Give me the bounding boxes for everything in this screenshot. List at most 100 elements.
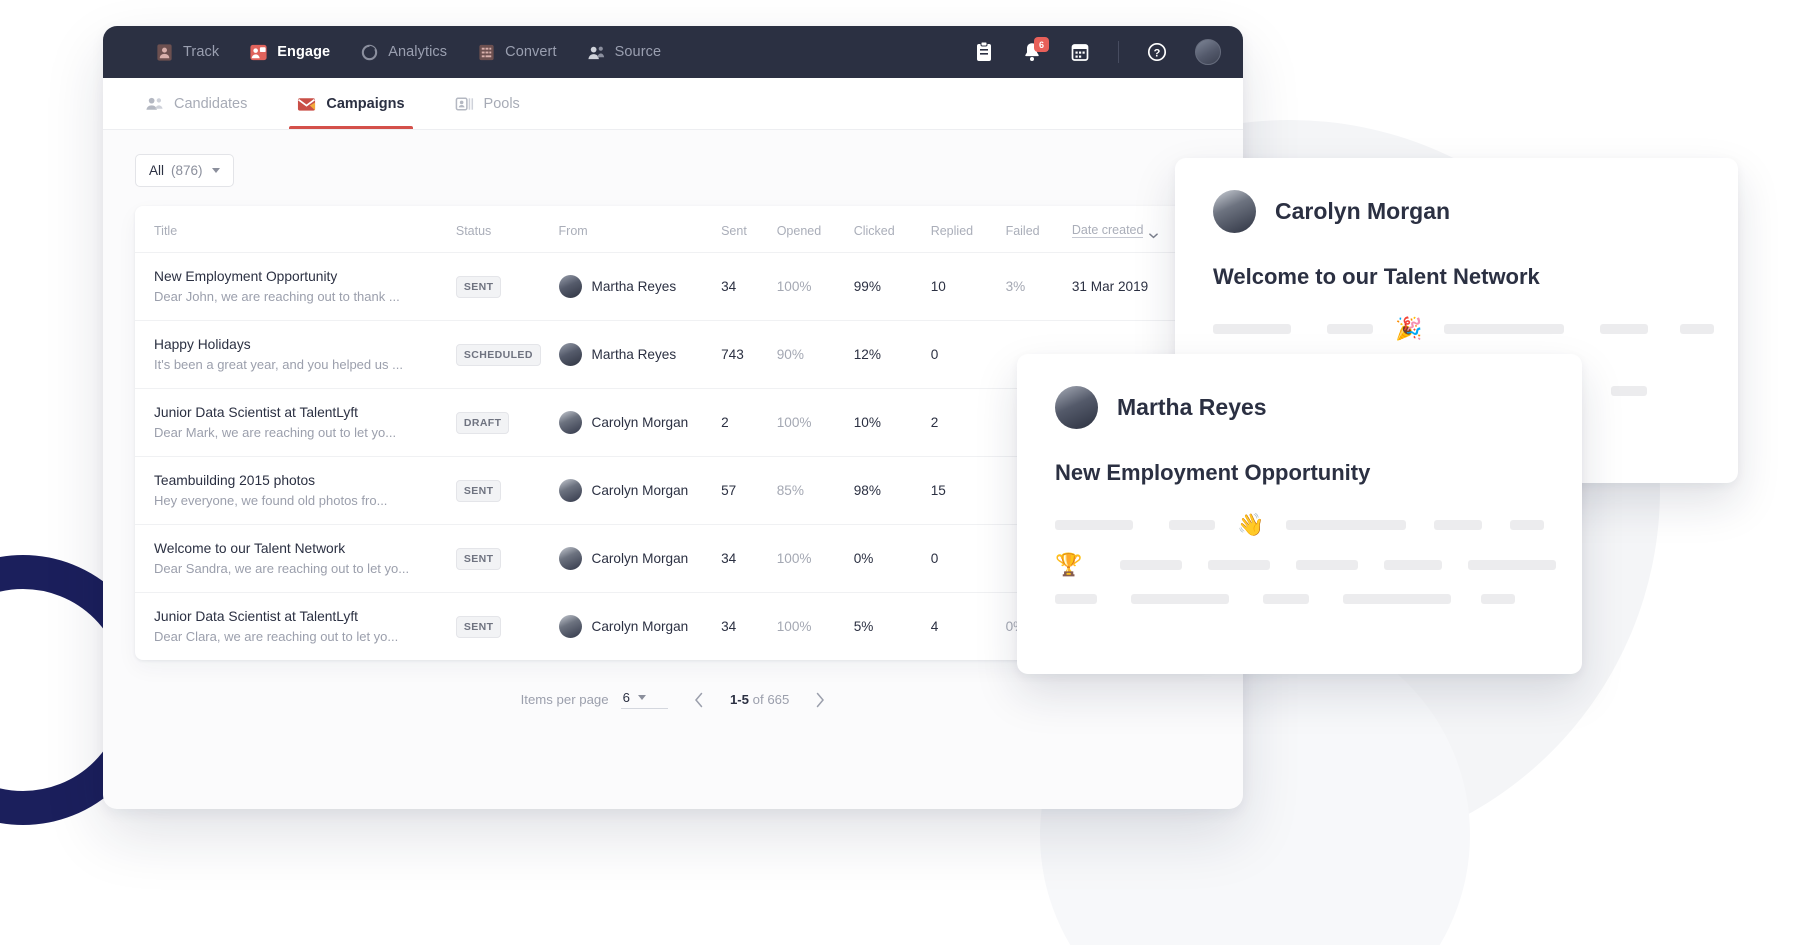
preview-subject: New Employment Opportunity [1055,460,1371,485]
filter-dropdown[interactable]: All (876) [135,154,234,187]
placeholder-bar [1481,594,1515,604]
nav-item-track[interactable]: Track [155,43,219,62]
column-header-replied[interactable]: Replied [930,206,1006,253]
calendar-icon[interactable] [1070,41,1090,63]
tab-pools[interactable]: Pools [447,78,528,129]
placeholder-bar [1384,560,1443,570]
placeholder-bar [1213,324,1291,334]
contact-card-icon [455,96,474,112]
row-title: New Employment Opportunity [154,269,338,284]
row-title: Welcome to our Talent Network [154,541,346,556]
filter-label: All [149,163,165,178]
notification-badge: 6 [1034,37,1049,52]
preview-card-martha-inner: Martha Reyes New Employment Opportunity … [1017,354,1582,674]
placeholder-bar [1055,520,1133,530]
column-header-clicked[interactable]: Clicked [853,206,931,253]
column-header-title[interactable]: Title [135,206,456,253]
cell-replied: 2 [930,415,939,430]
nav-label-track: Track [183,44,220,60]
avatar [1213,190,1256,233]
top-navigation-bar: Track Engage Analytics Convert Source 6 … [103,26,1243,78]
previous-page-button[interactable] [694,692,704,708]
column-header-opened[interactable]: Opened [776,206,854,253]
placeholder-bar [1600,324,1649,334]
avatar [558,615,582,638]
cell-title: Junior Data Scientist at TalentLyft Dear… [135,389,456,457]
cell-opened: 100% [776,619,812,634]
cell-sent: 57 [721,483,737,498]
user-avatar[interactable] [1195,39,1221,65]
clipboard-icon[interactable] [974,41,994,63]
nav-item-convert[interactable]: Convert [477,43,557,62]
cell-replied: 0 [930,347,939,362]
preview-card-header: Carolyn Morgan [1175,158,1738,233]
tab-label-campaigns: Campaigns [326,95,405,112]
track-icon [155,43,174,62]
filter-count: (876) [171,163,203,178]
from-name: Carolyn Morgan [591,551,689,566]
items-per-page: Items per page 6 [521,690,668,709]
cell-sent: 34 [721,619,737,634]
avatar [558,343,582,366]
cell-status: DRAFT [455,389,559,457]
placeholder-bar [1263,594,1309,604]
cell-status: SENT [455,593,559,661]
trophy-emoji: 🏆 [1055,552,1083,577]
convert-icon [477,43,496,62]
cell-opened: 100% [776,551,812,566]
nav-item-source[interactable]: Source [587,43,662,62]
avatar [558,479,582,502]
column-header-from[interactable]: From [558,206,722,253]
page-range-current: 1-5 [729,692,749,707]
tab-label-pools: Pools [483,95,520,112]
cell-clicked: 0% [853,551,874,566]
cell-from: Carolyn Morgan [558,525,722,593]
tab-campaigns[interactable]: Campaigns [289,78,413,129]
nav-label-engage: Engage [277,44,331,60]
preview-card-martha[interactable]: Martha Reyes New Employment Opportunity … [1017,354,1582,674]
waving-hand-emoji: 👋 [1237,512,1265,537]
chevron-down-icon [1149,228,1159,238]
help-icon[interactable]: ? [1147,41,1167,63]
table-header: Title Status From Sent Opened Clicked Re… [135,206,1211,253]
nav-item-engage[interactable]: Engage [249,43,330,62]
party-popper-emoji: 🎉 [1395,316,1423,341]
bell-icon[interactable]: 6 [1022,37,1049,63]
avatar [1055,386,1098,429]
cell-title: Welcome to our Talent Network Dear Sandr… [135,525,456,593]
cell-from: Carolyn Morgan [558,593,722,661]
avatar [558,411,582,434]
row-preview: Dear Clara, we are reaching out to let y… [154,629,399,644]
section-tabs: Candidates Campaigns Pools [103,78,1243,130]
column-header-status[interactable]: Status [455,206,559,253]
table-row[interactable]: New Employment Opportunity Dear John, we… [135,253,1211,321]
row-title: Junior Data Scientist at TalentLyft [154,405,358,420]
preview-body-placeholder: 👋 🏆 [1017,486,1582,604]
sort-control-date-created[interactable]: Date created [1071,223,1159,238]
cell-from: Carolyn Morgan [558,389,722,457]
placeholder-bar [1468,560,1557,570]
items-per-page-select[interactable]: 6 [620,690,668,709]
next-page-button[interactable] [815,692,825,708]
cell-status: SCHEDULED [455,321,559,389]
placeholder-bar [1169,520,1215,530]
nav-item-analytics[interactable]: Analytics [360,43,447,62]
column-header-failed[interactable]: Failed [1005,206,1072,253]
tab-candidates[interactable]: Candidates [137,78,255,129]
topbar-actions: 6 ? [974,26,1221,78]
cell-from: Martha Reyes [558,253,722,321]
page-range-of: of [752,692,764,707]
status-badge: SENT [455,275,502,298]
column-header-sent[interactable]: Sent [721,206,777,253]
placeholder-line [1055,594,1582,604]
placeholder-bar [1343,594,1451,604]
nav-label-convert: Convert [505,44,557,60]
svg-text:?: ? [1154,48,1161,60]
nav-label-source: Source [614,44,662,60]
cell-opened: 100% [776,415,812,430]
cell-sent: 34 [721,551,737,566]
cell-from: Martha Reyes [558,321,722,389]
placeholder-bar [1055,594,1097,604]
row-preview: Hey everyone, we found old photos fro... [154,493,388,508]
cell-sent: 2 [721,415,729,430]
